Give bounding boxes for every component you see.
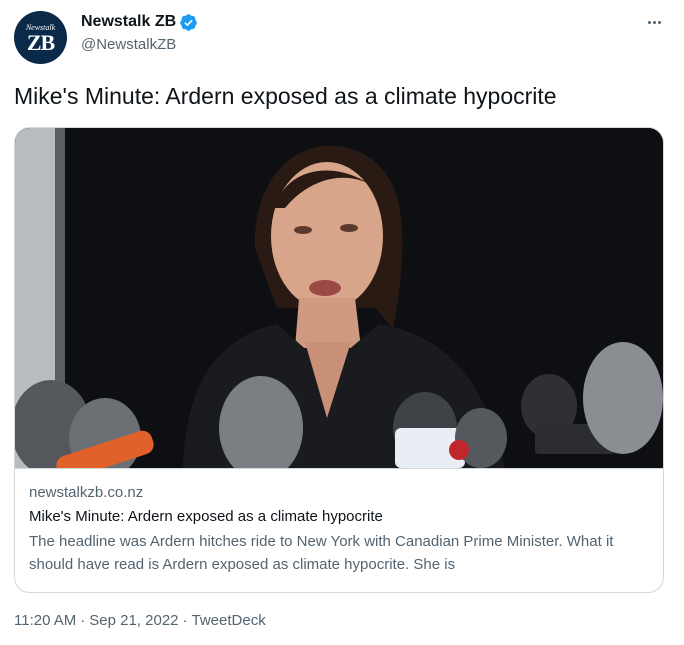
card-description: The headline was Ardern hitches ride to …: [29, 533, 614, 573]
more-dot: [652, 20, 656, 24]
link-card[interactable]: newstalkzb.co.nz Mike's Minute: Ardern e…: [14, 127, 664, 593]
card-domain: newstalkzb.co.nz: [29, 484, 144, 501]
author-handle[interactable]: @NewstalkZB: [81, 35, 176, 55]
avatar-text-big: ZB: [26, 30, 55, 55]
card-body[interactable]: newstalkzb.co.nz Mike's Minute: Ardern e…: [15, 468, 663, 592]
press-conference-photo: [15, 128, 663, 468]
meta-separator: ·: [182, 612, 188, 629]
more-horizontal-icon[interactable]: [640, 8, 668, 36]
author-display-name[interactable]: Newstalk ZB: [81, 12, 176, 32]
verified-badge-icon: [179, 13, 198, 32]
more-dot: [647, 20, 651, 24]
meta-separator: ·: [80, 612, 86, 629]
more-dot: [657, 20, 661, 24]
tweet-text: Mike's Minute: Ardern exposed as a clima…: [14, 83, 557, 109]
tweet-meta: 11:20 AM · Sep 21, 2022 · TweetDeck: [14, 611, 266, 631]
tweet-date[interactable]: Sep 21, 2022: [89, 612, 178, 629]
author-name-row[interactable]: Newstalk ZB: [81, 12, 198, 32]
card-image[interactable]: [15, 128, 663, 468]
card-title: Mike's Minute: Ardern exposed as a clima…: [29, 508, 383, 525]
tweet[interactable]: Newstalk ZB Newstalk ZB @NewstalkZB Mike…: [0, 0, 684, 645]
tweet-source[interactable]: TweetDeck: [192, 612, 266, 629]
avatar[interactable]: Newstalk ZB: [14, 11, 67, 64]
tweet-time[interactable]: 11:20 AM: [14, 612, 76, 629]
